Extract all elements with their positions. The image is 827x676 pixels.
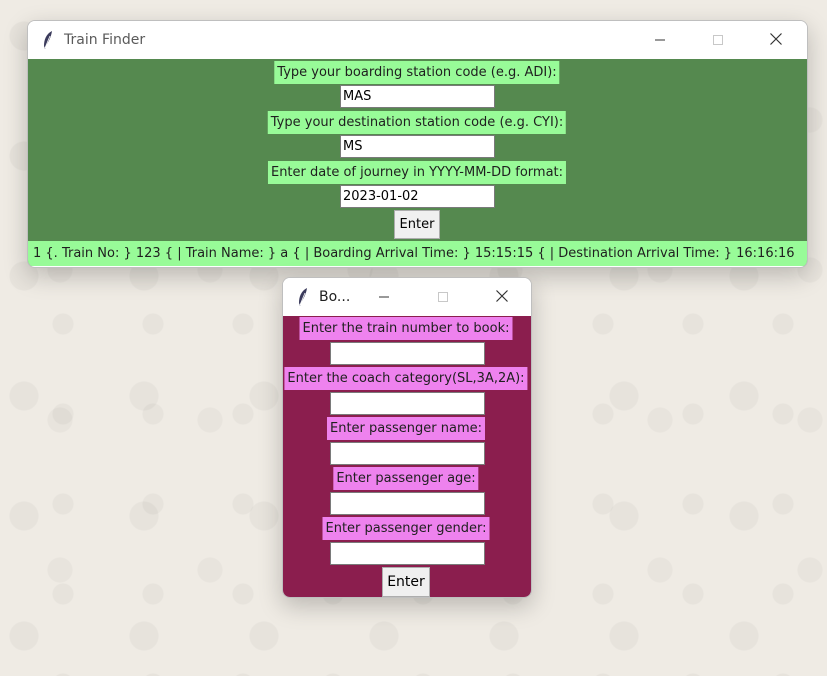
journey-date-label: Enter date of journey in YYYY-MM-DD form… bbox=[267, 161, 567, 184]
train-finder-form: Type your boarding station code (e.g. AD… bbox=[28, 59, 807, 266]
train-finder-titlebar[interactable]: Train Finder bbox=[28, 21, 807, 59]
close-button[interactable] bbox=[747, 21, 805, 59]
booking-form: Enter the train number to book: Enter th… bbox=[283, 316, 531, 597]
close-icon bbox=[495, 288, 509, 307]
search-enter-button[interactable]: Enter bbox=[394, 210, 440, 239]
train-result-label: 1 {. Train No: } 123 { | Train Name: } a… bbox=[28, 241, 807, 266]
passenger-age-input[interactable] bbox=[330, 492, 485, 515]
close-button[interactable] bbox=[473, 278, 531, 316]
feather-icon bbox=[296, 287, 310, 307]
destination-station-input[interactable] bbox=[340, 135, 495, 158]
passenger-age-label: Enter passenger age: bbox=[333, 467, 479, 490]
maximize-button bbox=[414, 278, 472, 316]
maximize-button bbox=[689, 21, 747, 59]
booking-titlebar[interactable]: Bo... bbox=[283, 278, 531, 316]
window-title: Bo... bbox=[319, 289, 351, 305]
passenger-gender-input[interactable] bbox=[330, 542, 485, 565]
train-number-label: Enter the train number to book: bbox=[299, 317, 513, 340]
close-icon bbox=[769, 31, 783, 50]
book-enter-button[interactable]: Enter bbox=[382, 567, 430, 597]
train-number-input[interactable] bbox=[330, 342, 485, 365]
minimize-button[interactable] bbox=[631, 21, 689, 59]
passenger-name-input[interactable] bbox=[330, 442, 485, 465]
passenger-name-label: Enter passenger name: bbox=[326, 417, 486, 440]
maximize-icon bbox=[437, 288, 449, 307]
minimize-button[interactable] bbox=[355, 278, 413, 316]
boarding-station-label: Type your boarding station code (e.g. AD… bbox=[274, 61, 560, 84]
journey-date-input[interactable] bbox=[340, 185, 495, 208]
minimize-icon bbox=[378, 288, 390, 307]
boarding-station-input[interactable] bbox=[340, 85, 495, 108]
window-title: Train Finder bbox=[64, 32, 146, 48]
feather-icon bbox=[41, 30, 55, 50]
booking-window: Bo... Enter the train number to book: En… bbox=[282, 277, 532, 598]
coach-category-label: Enter the coach category(SL,3A,2A): bbox=[284, 367, 528, 390]
destination-station-label: Type your destination station code (e.g.… bbox=[267, 111, 567, 134]
maximize-icon bbox=[712, 31, 724, 50]
minimize-icon bbox=[654, 31, 666, 50]
coach-category-input[interactable] bbox=[330, 392, 485, 415]
train-finder-window: Train Finder Type your boarding station … bbox=[27, 20, 808, 268]
passenger-gender-label: Enter passenger gender: bbox=[322, 517, 490, 540]
